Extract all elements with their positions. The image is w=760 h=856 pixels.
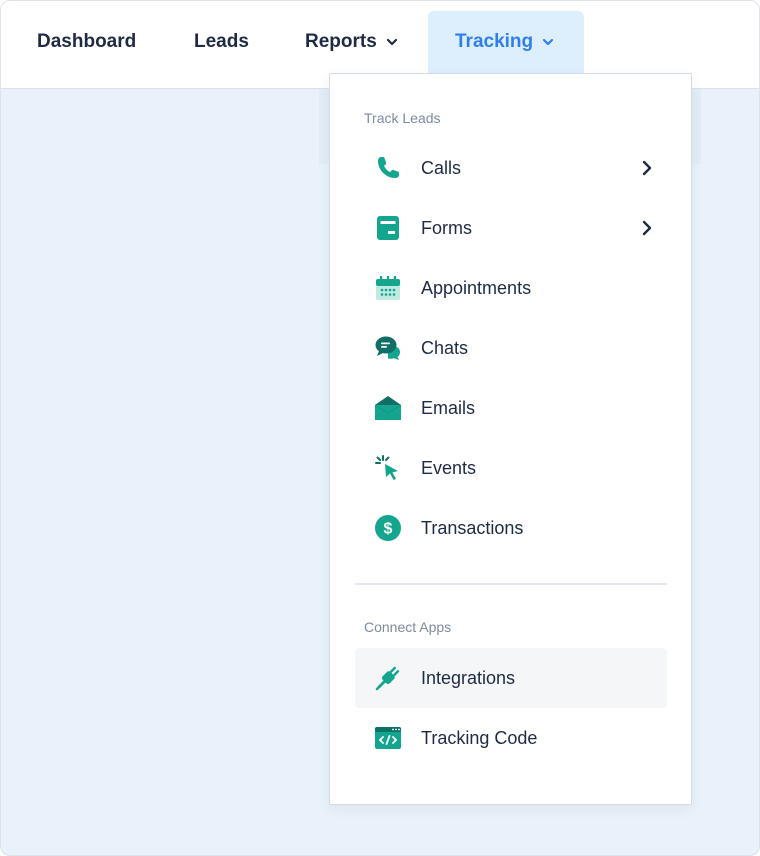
plug-icon (375, 666, 400, 691)
nav-leads[interactable]: Leads (194, 11, 249, 73)
menu-item-label: Tracking Code (421, 727, 538, 748)
calendar-icon (376, 276, 400, 300)
chevron-right-icon (642, 220, 652, 236)
menu-item-integrations[interactable]: Integrations (355, 648, 667, 708)
menu-item-forms[interactable]: Forms (355, 198, 667, 258)
menu-item-label: Transactions (421, 517, 524, 538)
menu-item-label: Emails (421, 397, 476, 418)
menu-item-label: Calls (421, 157, 462, 178)
app-frame: Dashboard Leads Reports Tracking Track L… (0, 0, 760, 856)
menu-item-emails[interactable]: Emails (355, 378, 667, 438)
nav-tracking-label: Tracking (455, 31, 534, 52)
menu-divider (355, 583, 667, 585)
tracking-dropdown-menu: Track Leads Calls Forms Appointments Cha… (329, 73, 692, 805)
nav-tracking[interactable]: Tracking (428, 11, 584, 73)
section-title-connect-apps: Connect Apps (364, 619, 452, 635)
nav-reports[interactable]: Reports (305, 11, 398, 73)
menu-item-label: Forms (421, 217, 472, 238)
cursor-click-icon (375, 455, 398, 480)
nav-dashboard-label: Dashboard (37, 31, 137, 52)
menu-item-label: Appointments (421, 277, 532, 298)
menu-item-tracking-code[interactable]: Tracking Code (355, 708, 667, 768)
section-title-track-leads: Track Leads (364, 110, 441, 126)
menu-item-events[interactable]: Events (355, 438, 667, 498)
chevron-down-icon (543, 38, 554, 46)
phone-icon (378, 157, 399, 178)
chat-bubbles-icon (375, 336, 400, 360)
envelope-icon (374, 396, 402, 420)
chevron-down-icon (386, 38, 397, 46)
code-window-icon (375, 727, 401, 749)
menu-item-label: Integrations (421, 667, 516, 688)
nav-reports-label: Reports (305, 31, 377, 52)
menu-item-chats[interactable]: Chats (355, 318, 667, 378)
nav-leads-label: Leads (194, 31, 249, 52)
menu-item-calls[interactable]: Calls (355, 138, 667, 198)
menu-item-label: Events (421, 457, 477, 478)
menu-item-transactions[interactable]: $ Transactions (355, 498, 667, 558)
form-icon (377, 216, 399, 240)
dollar-coin-icon: $ (375, 515, 401, 541)
svg-text:$: $ (384, 521, 393, 538)
menu-item-label: Chats (421, 337, 469, 358)
menu-item-appointments[interactable]: Appointments (355, 258, 667, 318)
chevron-right-icon (642, 160, 652, 176)
nav-dashboard[interactable]: Dashboard (37, 11, 136, 73)
